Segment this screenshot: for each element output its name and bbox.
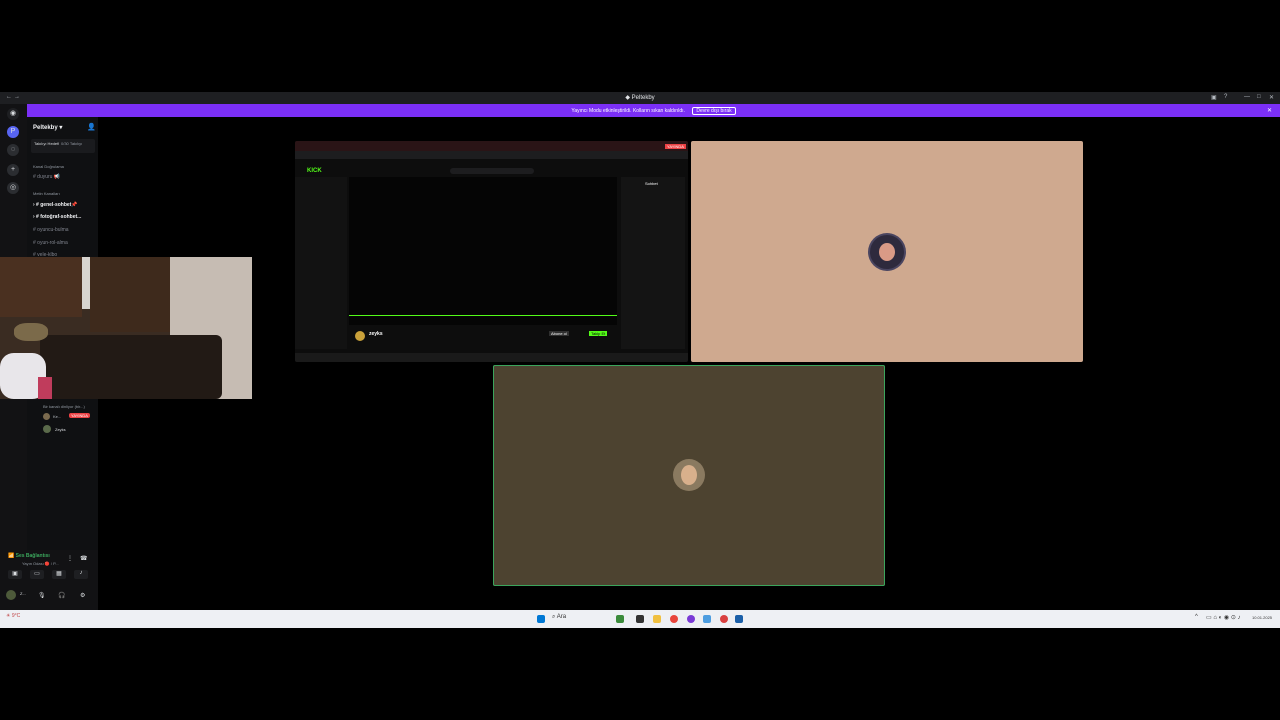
minimize-button[interactable]: — xyxy=(1244,94,1250,100)
server-name-dropdown[interactable]: Peltekby ▾ xyxy=(33,124,62,131)
avatar xyxy=(673,459,705,491)
signal-icon: 📶 xyxy=(8,553,15,559)
banner-message: Yayıncı Modu etkinleştirildi. Kolların s… xyxy=(571,108,685,114)
maximize-button[interactable]: □ xyxy=(1257,94,1261,100)
tray-chevron-icon[interactable]: ^ xyxy=(1195,614,1198,620)
voice-member-status: Bir kanalı dinliyor (bir...) xyxy=(43,404,85,409)
server-icon-peltekby[interactable]: P xyxy=(7,126,19,138)
avatar xyxy=(43,413,50,420)
screen-share-stream[interactable]: YAYINDA KICK Sohbet zeyks Abone ol Takip… xyxy=(295,141,688,362)
video-progress[interactable] xyxy=(349,315,617,316)
participant-tile-speaking[interactable] xyxy=(493,365,885,586)
windows-start-icon[interactable] xyxy=(537,615,545,623)
headphones-icon[interactable]: 🎧 xyxy=(58,592,65,599)
streamer-name: zeyks xyxy=(369,331,383,337)
voice-actions: ▣ ▭ ▦ ♪ xyxy=(6,570,92,580)
discover-icon[interactable]: ◎ xyxy=(7,182,19,194)
window-titlebar: ← → ◆ Peltekby ▣ ? — □ ✕ xyxy=(0,92,1280,104)
inbox-icon[interactable]: ▣ xyxy=(1211,94,1217,101)
pillow xyxy=(14,323,48,341)
avatar[interactable] xyxy=(6,590,16,600)
voice-member-name[interactable]: Zeyks xyxy=(55,427,66,432)
person-shirt xyxy=(38,377,52,399)
curtain-right xyxy=(90,257,170,332)
activities-icon[interactable]: ▦ xyxy=(52,570,66,579)
app-logo-icon: ◆ xyxy=(625,95,630,101)
sofa xyxy=(40,335,222,399)
weather-icon: ☀ xyxy=(6,613,11,619)
weather-widget[interactable]: ☀ 9°C xyxy=(6,613,20,619)
chrome-icon[interactable] xyxy=(670,615,678,623)
os-taskbar-in-stream xyxy=(295,353,688,362)
widgets-icon[interactable] xyxy=(616,615,624,623)
subscribe-button[interactable]: Abone ol xyxy=(549,331,569,336)
soundboard-icon[interactable]: ♪ xyxy=(74,570,88,579)
kick-search[interactable] xyxy=(450,168,534,174)
category-label[interactable]: Metin Kanalları xyxy=(33,191,60,196)
streamer-mode-banner: Yayıncı Modu etkinleştirildi. Kolların s… xyxy=(27,104,1280,117)
voice-member-name[interactable]: Ke... xyxy=(53,414,61,419)
disconnect-icon[interactable]: ☎ xyxy=(80,555,87,562)
follow-button[interactable]: Takip Et xyxy=(589,331,608,336)
kick-sidebar xyxy=(295,177,347,349)
participant-tile[interactable] xyxy=(691,141,1083,362)
channel-item[interactable]: # oyun-rol-alma xyxy=(33,240,68,246)
app-icon[interactable] xyxy=(735,615,743,623)
noise-suppression-icon[interactable]: ⋮ xyxy=(67,555,73,562)
tray-icons[interactable]: ▭ ⌂ ◐ ◉ ⊙ ♪ xyxy=(1206,614,1241,621)
close-window-button[interactable]: ✕ xyxy=(1269,94,1274,101)
banner-close-icon[interactable]: ✕ xyxy=(1267,107,1272,114)
webcam-video[interactable] xyxy=(0,257,252,399)
channel-item[interactable]: › # fotoğraf-sohbet... xyxy=(33,214,81,220)
category-label[interactable]: Kanal Doğrulama xyxy=(33,164,64,169)
camera-icon[interactable]: ▣ xyxy=(8,570,22,579)
invite-icon[interactable]: 👤 xyxy=(87,123,96,131)
channel-item[interactable]: # oyuncu-bulma xyxy=(33,227,69,233)
live-badge: YAYINDA xyxy=(665,144,686,149)
channel-item[interactable]: › # genel-sohbet📌 xyxy=(33,202,78,208)
windows-taskbar: ☀ 9°C ⌕ Ara ^ ▭ ⌂ ◐ ◉ ⊙ ♪ 10.01.2025 xyxy=(0,610,1280,628)
settings-icon[interactable] xyxy=(703,615,711,623)
browser-address-bar xyxy=(295,151,688,159)
search-icon: ⌕ xyxy=(552,614,556,620)
voice-connection-panel: 📶 Ses Bağlantısı Yayın Odası 🔴 / P... ⋮ … xyxy=(0,550,98,610)
task-view-icon[interactable] xyxy=(636,615,644,623)
kick-video-player[interactable] xyxy=(349,177,617,325)
current-user-name[interactable]: Z... xyxy=(20,591,26,596)
discord-home-icon[interactable]: ◉ xyxy=(7,108,19,120)
browser-tab-bar xyxy=(295,141,688,151)
help-icon[interactable]: ? xyxy=(1224,94,1227,100)
avatar xyxy=(355,331,365,341)
server-icon-2[interactable]: ◌ xyxy=(7,144,19,156)
microphone-icon[interactable]: 🎙 xyxy=(38,592,46,599)
voice-channel-name[interactable]: Yayın Odası 🔴 / P... xyxy=(22,561,59,566)
kick-logo: KICK xyxy=(307,168,322,174)
disable-streamer-mode-button[interactable]: Devre dışı bırak xyxy=(692,107,736,115)
boost-goal[interactable]: Takılıyı Hedefi 0/30 Takılıyı xyxy=(31,139,95,153)
voice-status: 📶 Ses Bağlantısı xyxy=(8,553,50,559)
avatar-face xyxy=(879,243,895,261)
channel-item[interactable]: # duyuru 📢 xyxy=(33,174,60,180)
avatar-face xyxy=(681,465,697,485)
date[interactable]: 10.01.2025 xyxy=(1252,615,1272,620)
avatar xyxy=(870,235,904,269)
curtain-left xyxy=(0,257,82,317)
file-explorer-icon[interactable] xyxy=(653,615,661,623)
live-badge: YAYINDA xyxy=(69,413,90,418)
window-title: ◆ Peltekby xyxy=(625,95,655,101)
settings-gear-icon[interactable]: ⚙ xyxy=(80,592,85,599)
window-frame xyxy=(82,257,90,309)
kick-chat: Sohbet xyxy=(621,177,685,349)
app-icon[interactable] xyxy=(687,615,695,623)
avatar xyxy=(43,425,51,433)
screen-share-icon[interactable]: ▭ xyxy=(30,570,44,579)
taskbar-search[interactable]: ⌕ Ara xyxy=(552,614,566,621)
add-server-icon[interactable]: + xyxy=(7,164,19,176)
app-icon[interactable] xyxy=(720,615,728,623)
